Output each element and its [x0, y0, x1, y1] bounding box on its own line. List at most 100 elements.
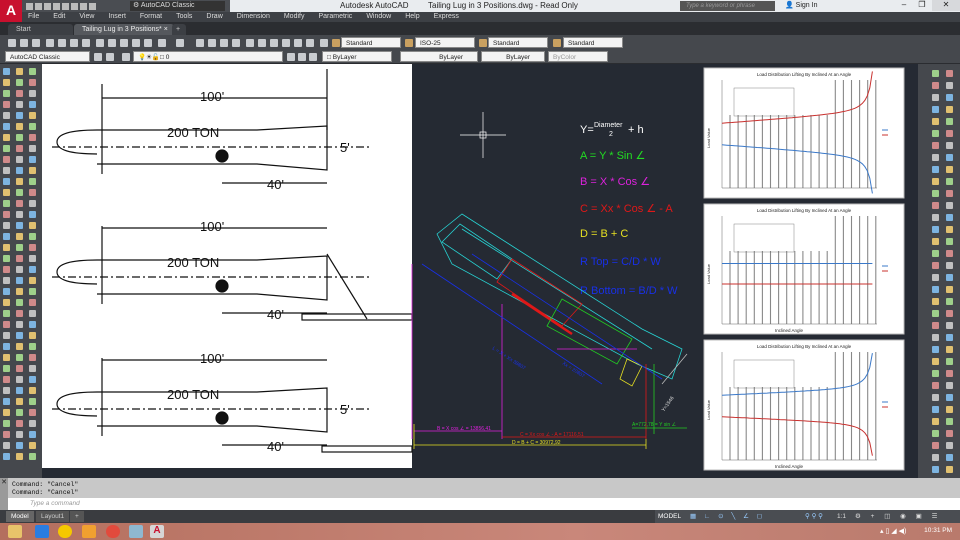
tool-icon[interactable] — [932, 358, 939, 365]
tool-icon[interactable] — [16, 244, 23, 251]
tool-icon[interactable] — [16, 376, 23, 383]
tool-icon[interactable] — [16, 134, 23, 141]
tool-icon[interactable] — [29, 200, 36, 207]
pan-icon[interactable] — [196, 39, 204, 47]
open-icon[interactable] — [20, 39, 28, 47]
tool-icon[interactable] — [3, 442, 10, 449]
tool-icon[interactable] — [3, 409, 10, 416]
menu-draw[interactable]: Draw — [206, 12, 222, 22]
tool-icon[interactable] — [16, 332, 23, 339]
tool-icon[interactable] — [932, 310, 939, 317]
tool-icon[interactable] — [3, 387, 10, 394]
sheet-set-icon[interactable] — [282, 39, 290, 47]
tool-icon[interactable] — [946, 82, 953, 89]
block-editor-icon[interactable] — [144, 39, 152, 47]
tool-icon[interactable] — [16, 233, 23, 240]
dim-style-dropdown[interactable]: ISO-25 — [415, 37, 475, 48]
tray-icons[interactable]: ▴ ▯ ◢ ◀) — [880, 527, 906, 535]
tool-icon[interactable] — [932, 394, 939, 401]
tool-icon[interactable] — [29, 79, 36, 86]
tool-icon[interactable] — [3, 255, 10, 262]
tool-icon[interactable] — [932, 250, 939, 257]
undo-icon[interactable] — [80, 3, 87, 10]
tool-icon[interactable] — [16, 266, 23, 273]
tool-icon[interactable] — [16, 68, 23, 75]
annotation-icons[interactable]: ⚲ ⚲ ⚲ — [805, 510, 823, 523]
tool-icon[interactable] — [3, 376, 10, 383]
tool-icon[interactable] — [16, 365, 23, 372]
workspace-dropdown[interactable]: ⚙ AutoCAD Classic — [130, 1, 225, 11]
tool-icon[interactable] — [946, 70, 953, 77]
menu-edit[interactable]: Edit — [53, 12, 65, 22]
tool-icon[interactable] — [16, 398, 23, 405]
tool-icon[interactable] — [932, 262, 939, 269]
autocad-taskbar-icon[interactable]: A — [150, 525, 164, 538]
tool-icon[interactable] — [16, 277, 23, 284]
plot-icon[interactable] — [46, 39, 54, 47]
tool-icon[interactable] — [932, 454, 939, 461]
app-icon-blue[interactable] — [129, 525, 143, 538]
tool-icon[interactable] — [946, 94, 953, 101]
tool-icon[interactable] — [29, 453, 36, 460]
new-tab-button[interactable]: + — [172, 24, 186, 35]
tool-icon[interactable] — [946, 370, 953, 377]
tool-icon[interactable] — [3, 134, 10, 141]
tool-icon[interactable] — [29, 145, 36, 152]
lineweight-dropdown[interactable]: ByLayer — [481, 51, 545, 62]
tool-icon[interactable] — [946, 442, 953, 449]
tool-icon[interactable] — [932, 286, 939, 293]
tool-icon[interactable] — [932, 106, 939, 113]
tool-icon[interactable] — [932, 118, 939, 125]
tool-icon[interactable] — [946, 358, 953, 365]
tool-icon[interactable] — [3, 156, 10, 163]
tool-icon[interactable] — [932, 142, 939, 149]
menu-tools[interactable]: Tools — [176, 12, 192, 22]
plot-preview-icon[interactable] — [58, 39, 66, 47]
3d-dwf-icon[interactable] — [82, 39, 90, 47]
chrome-icon[interactable] — [106, 525, 120, 538]
tool-icon[interactable] — [3, 79, 10, 86]
tool-icon[interactable] — [946, 322, 953, 329]
tool-icon[interactable] — [932, 154, 939, 161]
tool-icon[interactable] — [16, 310, 23, 317]
tool-icon[interactable] — [946, 418, 953, 425]
tool-icon[interactable] — [16, 431, 23, 438]
menu-parametric[interactable]: Parametric — [318, 12, 352, 22]
tool-icon[interactable] — [29, 376, 36, 383]
tool-icon[interactable] — [16, 112, 23, 119]
menu-format[interactable]: Format — [140, 12, 162, 22]
tool-icon[interactable] — [932, 442, 939, 449]
tool-icon[interactable] — [29, 167, 36, 174]
plot-style-dropdown[interactable]: ByColor — [548, 51, 608, 62]
tool-icon[interactable] — [16, 222, 23, 229]
redo-icon[interactable] — [176, 39, 184, 47]
tool-icon[interactable] — [16, 442, 23, 449]
close-button[interactable]: ✕ — [932, 0, 960, 11]
tool-icon[interactable] — [946, 454, 953, 461]
application-menu-button[interactable]: A — [0, 0, 22, 22]
tool-icon[interactable] — [946, 394, 953, 401]
tool-icon[interactable] — [29, 90, 36, 97]
tool-icon[interactable] — [932, 382, 939, 389]
tool-icon[interactable] — [29, 244, 36, 251]
tool-icon[interactable] — [16, 354, 23, 361]
mleader-style-dropdown[interactable]: Standard — [563, 37, 623, 48]
print-icon[interactable] — [71, 3, 78, 10]
tool-icon[interactable] — [932, 466, 939, 473]
tool-icon[interactable] — [3, 167, 10, 174]
tool-icon[interactable] — [29, 310, 36, 317]
tool-icon[interactable] — [932, 166, 939, 173]
annotation-scale[interactable]: 1:1 — [837, 510, 846, 523]
tool-icon[interactable] — [16, 321, 23, 328]
tool-icon[interactable] — [932, 370, 939, 377]
tool-icon[interactable] — [29, 409, 36, 416]
menu-file[interactable]: File — [28, 12, 39, 22]
tool-icon[interactable] — [3, 112, 10, 119]
tool-icon[interactable] — [946, 346, 953, 353]
zoom-previous-icon[interactable] — [232, 39, 240, 47]
tool-icon[interactable] — [16, 189, 23, 196]
close-command-line-icon[interactable]: ✕ — [0, 478, 8, 510]
tool-icon[interactable] — [29, 255, 36, 262]
tool-icon[interactable] — [29, 321, 36, 328]
tool-icon[interactable] — [29, 222, 36, 229]
